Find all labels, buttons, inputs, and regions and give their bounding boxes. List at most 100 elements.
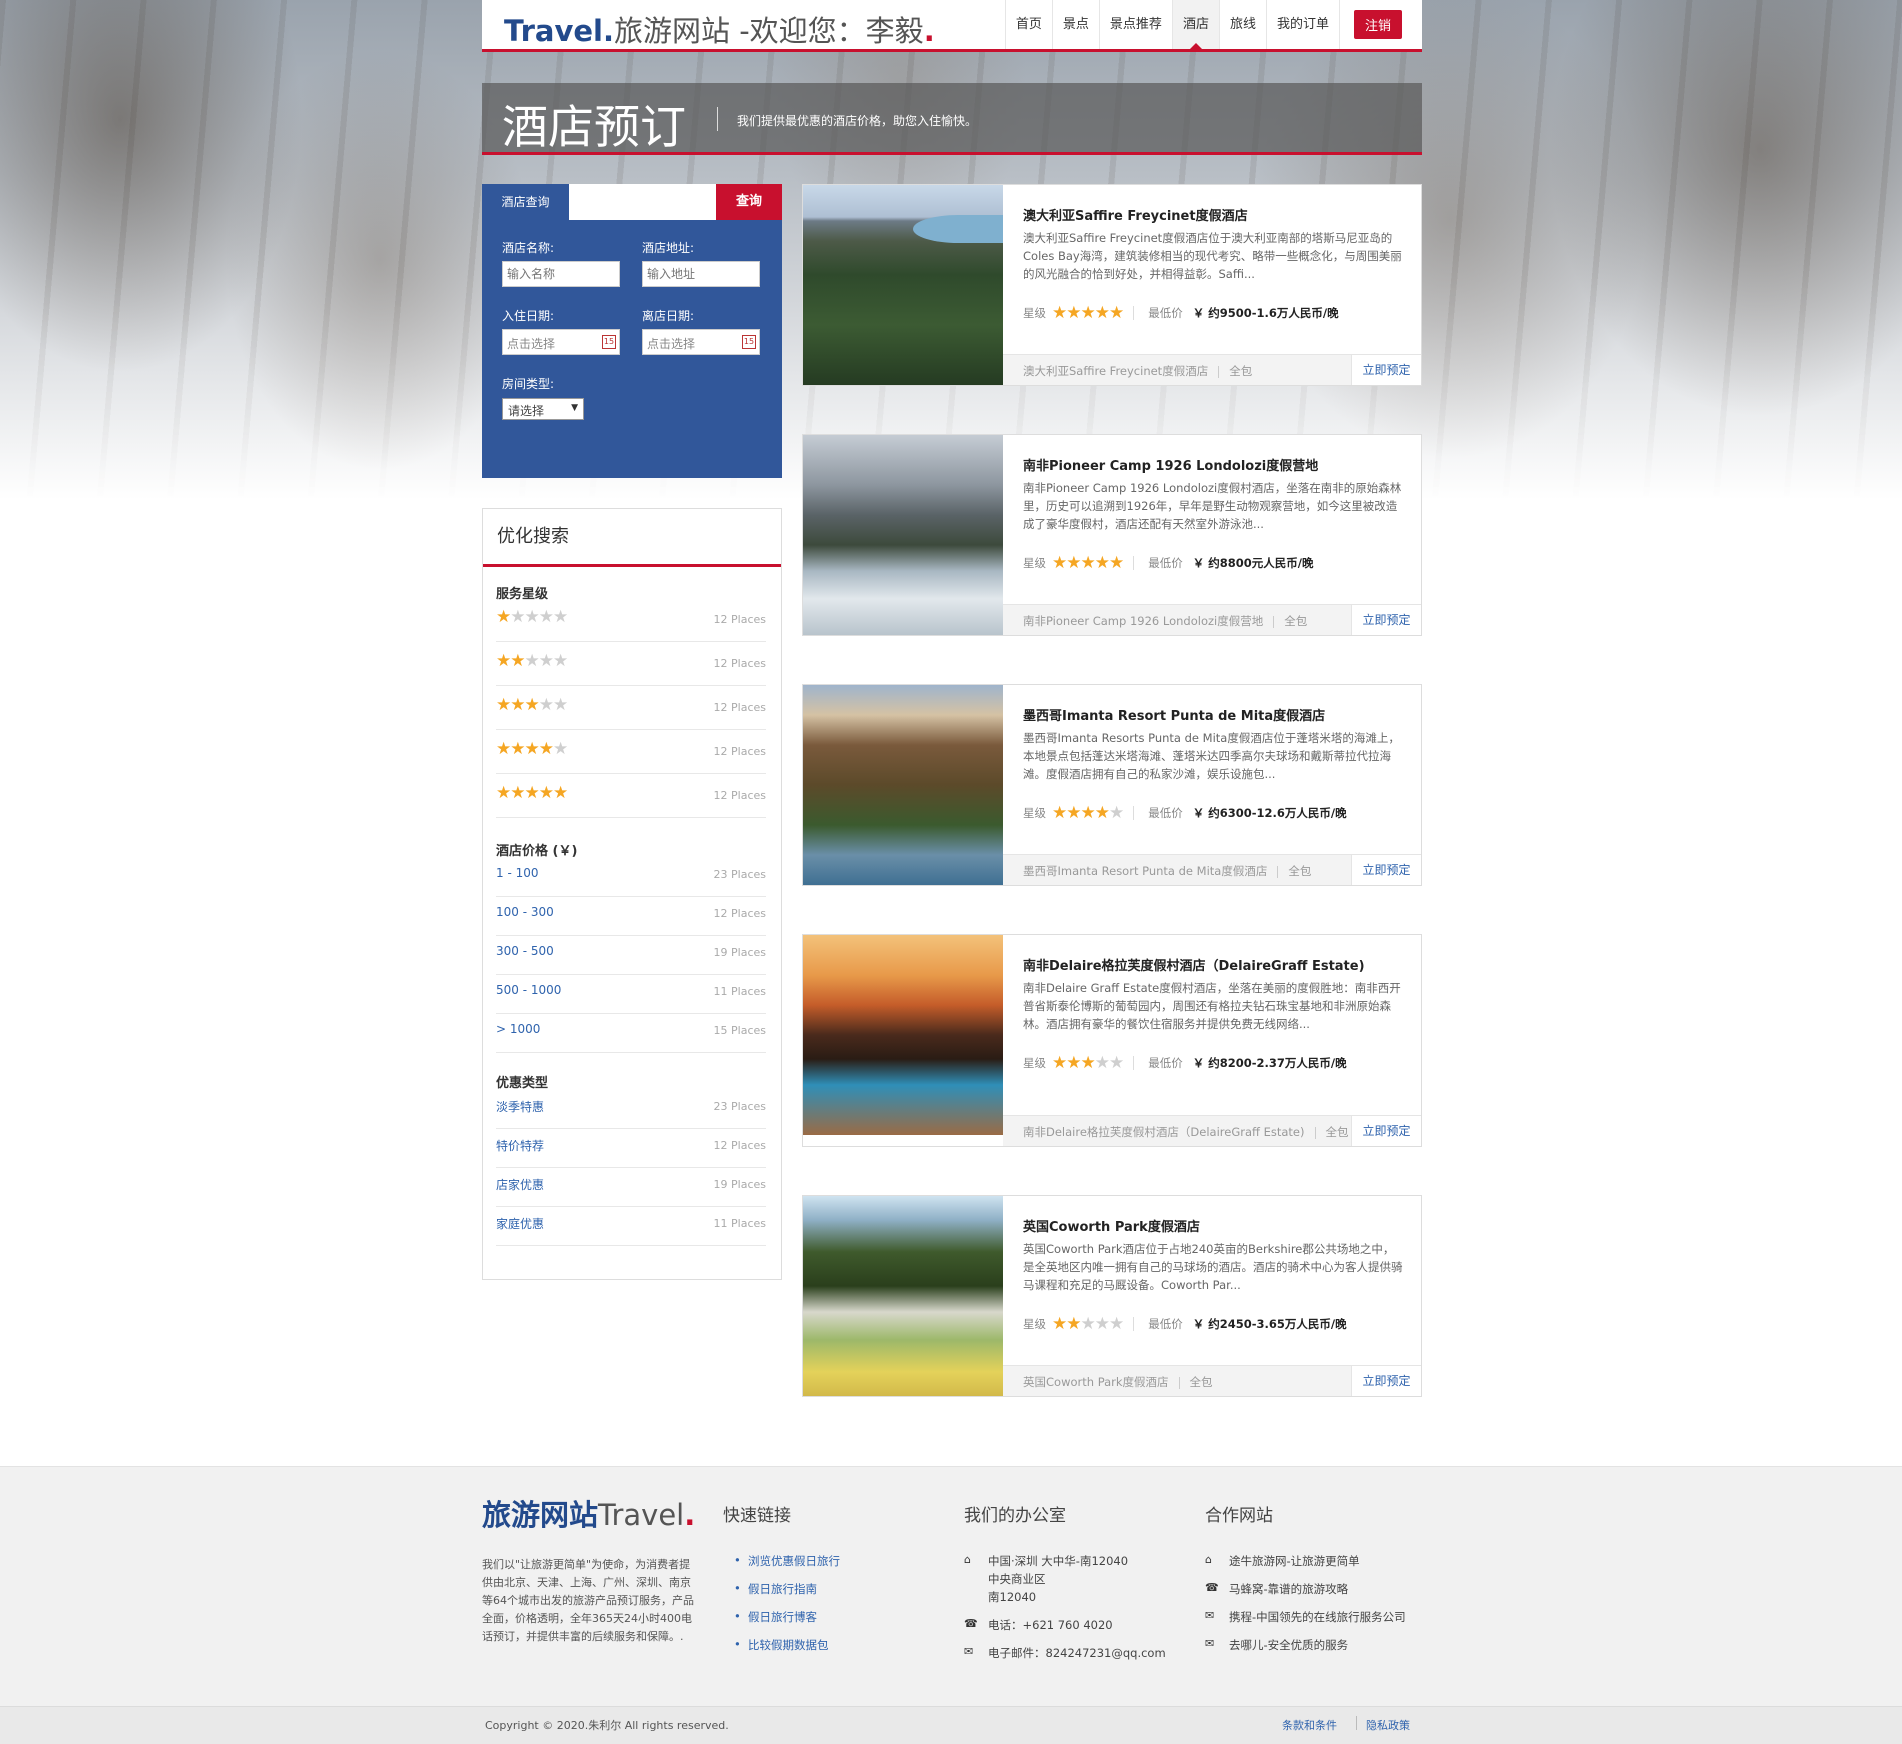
deal-type-link[interactable]: 特价特荐 (496, 1137, 544, 1154)
footer-logo[interactable]: 旅游网站Travel. (482, 1492, 695, 1534)
search-tab[interactable]: 酒店查询 (482, 184, 569, 220)
footer-divider (1218, 365, 1220, 378)
star-filter-row[interactable]: ★★★★★ 12 Places (496, 735, 766, 774)
footer-link-blog[interactable]: 假日旅行博客 (734, 1609, 817, 1625)
deal-filter-row[interactable]: 家庭优惠 11 Places (496, 1207, 766, 1246)
star-icon: ★ (510, 783, 525, 803)
hotel-name[interactable]: 南非Pioneer Camp 1926 Londolozi度假营地 (1023, 455, 1318, 474)
price-filter-row[interactable]: 100 - 300 12 Places (496, 897, 766, 936)
star-icon: ★ (538, 783, 554, 803)
hotel-description: 南非Pioneer Camp 1926 Londolozi度假村酒店，坐落在南非… (1023, 481, 1402, 531)
book-now-button[interactable]: 立即预定 (1351, 605, 1421, 635)
nav-my-orders[interactable]: 我的订单 (1265, 0, 1339, 49)
star-icon: ★ (496, 651, 511, 671)
book-now-button[interactable]: 立即预定 (1351, 1116, 1421, 1146)
nav-recommended[interactable]: 景点推荐 (1098, 0, 1172, 49)
star-icon: ★ (553, 739, 568, 759)
links-column-title: 快速链接 (723, 1501, 791, 1526)
book-now-button[interactable]: 立即预定 (1351, 1366, 1421, 1396)
star-icon: ★ (510, 695, 525, 715)
star-icon: ★ (538, 651, 554, 671)
place-count: 12 Places (713, 657, 766, 670)
book-now-button[interactable]: 立即预定 (1351, 355, 1421, 385)
banner-divider (717, 107, 718, 131)
logout-wrapper: 注销 (1338, 0, 1422, 49)
partner-link-ctrip[interactable]: 携程-中国领先的在线旅行服务公司 (1229, 1608, 1406, 1626)
price-filter-row[interactable]: 1 - 100 23 Places (496, 858, 766, 897)
star-icon: ★ (553, 651, 568, 671)
hotel-photo[interactable] (803, 435, 1003, 635)
star-icon: ★ (524, 783, 540, 803)
calendar-icon[interactable]: 15 (742, 335, 756, 349)
hotel-card-footer: 南非Pioneer Camp 1926 Londolozi度假营地 全包 立即预定 (1003, 604, 1421, 635)
star-icon: ★ (496, 607, 511, 627)
star-icon: ★ (1094, 1053, 1110, 1073)
price-range-link[interactable]: 500 - 1000 (496, 983, 561, 997)
price-range-link[interactable]: 1 - 100 (496, 866, 539, 880)
price-filter-row[interactable]: 300 - 500 19 Places (496, 936, 766, 975)
star-label: 星级 (1023, 1317, 1046, 1331)
deal-type-link[interactable]: 店家优惠 (496, 1176, 544, 1193)
hotel-photo[interactable] (803, 185, 1003, 385)
home-icon: ⌂ (1205, 1553, 1212, 1566)
price-filter-row[interactable]: > 1000 15 Places (496, 1014, 766, 1053)
deal-type-link[interactable]: 家庭优惠 (496, 1215, 544, 1232)
footer-link-compare[interactable]: 比较假期数据包 (734, 1637, 828, 1653)
hotel-rating-row: 星级 ★★★★★ 最低价 ￥ 约9500-1.6万人民币/晚 (1023, 303, 1339, 323)
nav-hotels[interactable]: 酒店 (1171, 0, 1219, 49)
deal-filter-row[interactable]: 特价特荐 12 Places (496, 1129, 766, 1168)
checkout-label: 离店日期: (642, 309, 695, 323)
deal-type-link[interactable]: 淡季特惠 (496, 1098, 544, 1115)
footer-about: 我们以"让旅游更简单"为使命，为消费者提供由北京、天津、上海、广州、深圳、南京等… (482, 1558, 694, 1643)
hotel-photo[interactable] (803, 935, 1003, 1135)
price-range-link[interactable]: > 1000 (496, 1022, 540, 1036)
search-button[interactable]: 查询 (716, 184, 782, 220)
deal-filter-row[interactable]: 淡季特惠 23 Places (496, 1090, 766, 1129)
star-filter-row[interactable]: ★★★★★ 12 Places (496, 647, 766, 686)
terms-link[interactable]: 条款和条件 (1282, 1717, 1337, 1733)
star-icon: ★ (1094, 303, 1110, 323)
place-count: 12 Places (713, 613, 766, 626)
hotel-address-input[interactable] (642, 261, 760, 287)
price-range-link[interactable]: 100 - 300 (496, 905, 554, 919)
star-filter-row[interactable]: ★★★★★ 12 Places (496, 603, 766, 642)
site-title[interactable]: Travel.旅游网站 -欢迎您：李毅. (504, 8, 935, 50)
footer-link-guide[interactable]: 假日旅行指南 (734, 1581, 817, 1597)
partner-link-qunar[interactable]: 去哪儿-安全优质的服务 (1229, 1636, 1348, 1654)
hotel-address-label: 酒店地址: (642, 241, 695, 255)
place-count: 12 Places (713, 907, 766, 920)
package-type: 全包 (1325, 1125, 1349, 1139)
star-label: 星级 (1023, 556, 1046, 570)
star-filter-row[interactable]: ★★★★★ 12 Places (496, 691, 766, 730)
footer-link-deals[interactable]: 浏览优惠假日旅行 (734, 1553, 840, 1569)
star-filter-row[interactable]: ★★★★★ 12 Places (496, 779, 766, 818)
nav-home[interactable]: 首页 (1004, 0, 1052, 49)
book-now-button[interactable]: 立即预定 (1351, 855, 1421, 885)
partner-link-tuniu[interactable]: 途牛旅游网-让旅游更简单 (1229, 1552, 1360, 1570)
hotel-price: ￥ 约8200-2.37万人民币/晚 (1192, 1056, 1347, 1070)
hotel-name[interactable]: 英国Coworth Park度假酒店 (1023, 1216, 1200, 1235)
hotel-location-text: 英国Coworth Park度假酒店 (1023, 1375, 1169, 1389)
hotel-name[interactable]: 墨西哥Imanta Resort Punta de Mita度假酒店 (1023, 705, 1325, 724)
logout-button[interactable]: 注销 (1353, 10, 1402, 39)
hotel-name[interactable]: 澳大利亚Saffire Freycinet度假酒店 (1023, 205, 1248, 224)
room-type-select[interactable]: 请选择 ▼ (502, 398, 584, 420)
hotel-location: 南非Pioneer Camp 1926 Londolozi度假营地 全包 (1023, 613, 1307, 629)
hotel-name[interactable]: 南非Delaire格拉芙度假村酒店（DelaireGraff Estate) (1023, 955, 1365, 974)
calendar-icon[interactable]: 15 (602, 335, 616, 349)
hotel-name-input[interactable] (502, 261, 620, 287)
nav-attractions[interactable]: 景点 (1051, 0, 1099, 49)
hotel-photo[interactable] (803, 685, 1003, 885)
checkout-date-input[interactable]: 点击选择 15 (642, 329, 760, 355)
checkin-date-input[interactable]: 点击选择 15 (502, 329, 620, 355)
star-icon: ★ (1052, 1053, 1067, 1073)
nav-routes[interactable]: 旅线 (1218, 0, 1266, 49)
star-icon: ★ (1094, 1314, 1110, 1334)
privacy-link[interactable]: 隐私政策 (1366, 1717, 1410, 1733)
price-range-link[interactable]: 300 - 500 (496, 944, 554, 958)
partner-link-mafengwo[interactable]: 马蜂窝-靠谱的旅游攻略 (1229, 1580, 1348, 1598)
rating-divider (1133, 306, 1135, 320)
price-filter-row[interactable]: 500 - 1000 11 Places (496, 975, 766, 1014)
deal-filter-row[interactable]: 店家优惠 19 Places (496, 1168, 766, 1207)
hotel-photo[interactable] (803, 1196, 1003, 1396)
